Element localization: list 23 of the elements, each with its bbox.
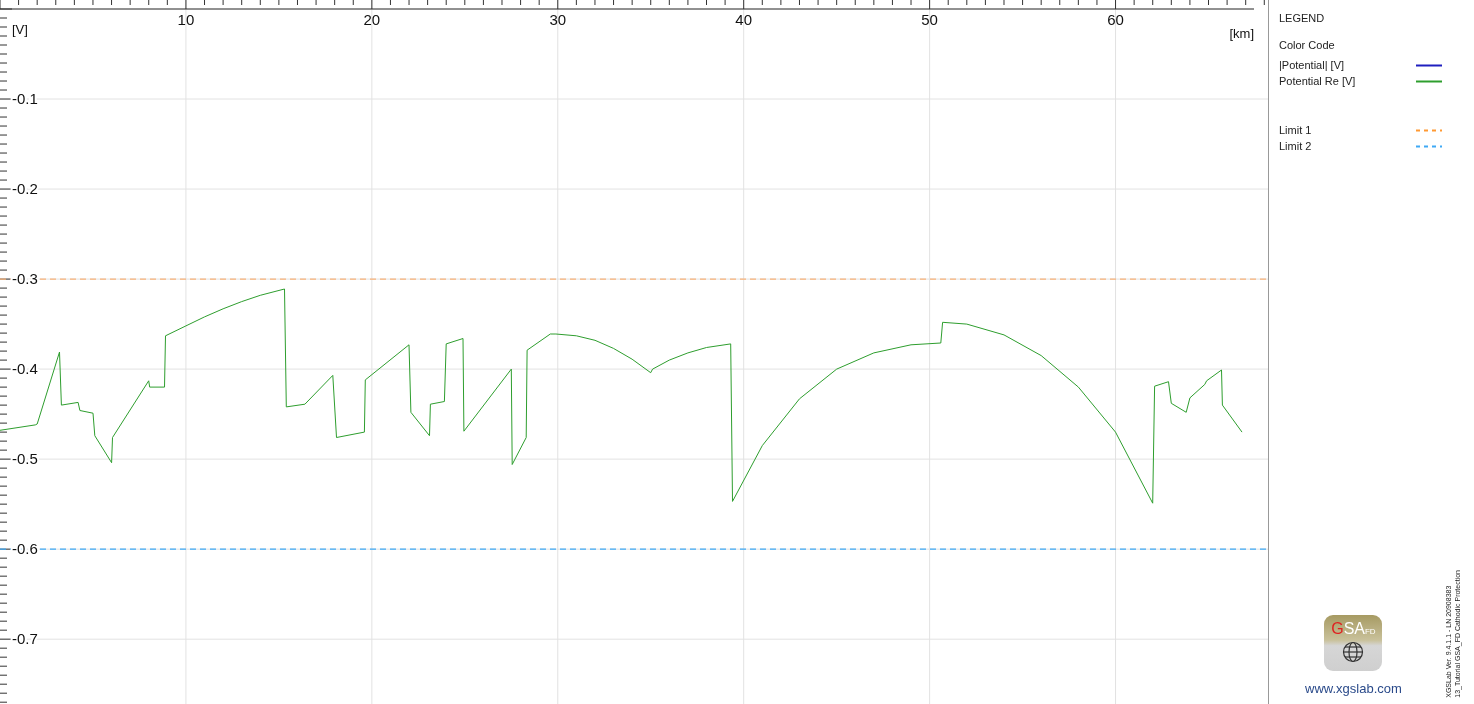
x-axis-unit: [km] — [1229, 26, 1254, 41]
legend-label: |Potential| [V] — [1279, 58, 1345, 73]
x-tick-label: 60 — [1107, 11, 1124, 28]
x-tick-label: 30 — [549, 11, 567, 28]
y-tick-label: -0.3 — [12, 270, 38, 288]
x-tick-label: 10 — [177, 11, 195, 28]
y-tick-label: -0.5 — [12, 450, 38, 468]
legend-subtitle: Color Code — [1279, 37, 1336, 53]
y-tick-label: -0.2 — [12, 180, 38, 198]
x-tick-label: 50 — [921, 11, 938, 28]
globe-icon — [1342, 640, 1365, 663]
x-tick-label: 40 — [735, 11, 753, 28]
website-link[interactable]: www.xgslab.com — [1305, 678, 1402, 698]
y-tick-label: -0.7 — [12, 630, 38, 648]
legend-title: LEGEND — [1279, 11, 1326, 26]
y-axis-unit: [V] — [12, 22, 28, 37]
y-tick-label: -0.4 — [12, 360, 38, 378]
y-tick-label: -0.1 — [12, 90, 38, 108]
legend-label: Limit 2 — [1279, 139, 1312, 154]
x-tick-label: 20 — [363, 11, 381, 28]
legend-label: Limit 1 — [1279, 123, 1312, 138]
logo-mark: GSAFD — [1331, 620, 1376, 637]
legend-label: Potential Re [V] — [1279, 74, 1356, 89]
